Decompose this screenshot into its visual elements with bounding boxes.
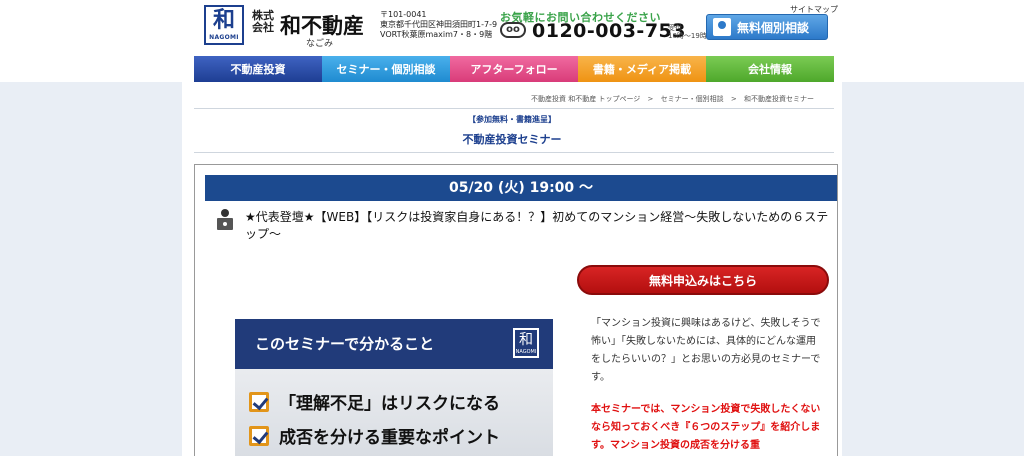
breadcrumb-seminar[interactable]: セミナー・個別相談 xyxy=(661,95,724,103)
banner-point: 成否を分ける重要なポイント xyxy=(249,423,500,448)
breadcrumb-separator: > xyxy=(730,95,737,103)
address-line: 〒101-0041 xyxy=(380,10,427,19)
free-consultation-label: 無料個別相談 xyxy=(737,20,810,35)
freedial-icon: oo xyxy=(500,22,526,38)
page-tagline: 【参加無料・書籍進呈】 xyxy=(468,115,556,124)
phone-number[interactable]: 0120-003-753 xyxy=(532,20,686,42)
hours-line: 受付 xyxy=(668,24,682,32)
company-address: 〒101-0041 東京都千代田区神田須田町1-7-9 VORT秋葉原maxim… xyxy=(380,10,497,40)
consultation-icon xyxy=(713,18,731,36)
event-title[interactable]: ★代表登壇★【WEB】【リスクは投資家自身にある！？】初めてのマンション経営～失… xyxy=(245,209,829,243)
nav-company-info[interactable]: 会社情報 xyxy=(706,56,834,82)
event-date: 05/20 (火) 19:00 ～ xyxy=(205,175,837,201)
apply-button[interactable]: 無料申込みはこちら xyxy=(577,265,829,295)
logo-glyph: 和 xyxy=(212,8,235,33)
nav-books-media[interactable]: 書籍・メディア掲載 xyxy=(578,56,706,82)
banner-point-text: 「理解不足」はリスクになる xyxy=(279,394,500,414)
checkbox-icon xyxy=(249,391,269,412)
divider xyxy=(194,108,834,109)
nav-seminar-consultation[interactable]: セミナー・個別相談 xyxy=(322,56,450,82)
breadcrumb-home[interactable]: 不動産投資 和不動産 トップページ xyxy=(531,95,640,103)
divider xyxy=(194,152,834,153)
banner-logo: 和 NAGOMI xyxy=(513,328,539,358)
global-nav: 不動産投資 セミナー・個別相談 アフターフォロー 書籍・メディア掲載 会社情報 xyxy=(194,56,834,82)
address-line: 東京都千代田区神田須田町1-7-9 xyxy=(380,20,498,29)
site-header: 和 NAGOMI 株式会社 和不動産 なごみ 〒101-0041 東京都千代田区… xyxy=(182,0,842,56)
nav-real-estate-investment[interactable]: 不動産投資 xyxy=(194,56,322,82)
banner-point: 「理解不足」はリスクになる xyxy=(249,389,500,414)
banner-point-text: 成否を分ける重要なポイント xyxy=(279,428,500,448)
banner-logo-glyph: 和 xyxy=(519,332,533,348)
banner-heading: このセミナーで分かること xyxy=(235,319,553,369)
breadcrumb: 不動産投資 和不動産 トップページ > セミナー・個別相談 > 和不動産投資セミ… xyxy=(531,94,814,104)
breadcrumb-current: 和不動産投資セミナー xyxy=(744,95,814,103)
logo-subtext: NAGOMI xyxy=(209,34,239,41)
hours-line: 10時～19時 xyxy=(668,32,707,40)
event-description: 「マンション投資に興味はあるけど、失敗しそうで怖い」「失敗しないためには、具体的… xyxy=(591,318,821,383)
brand-kana: なごみ xyxy=(306,39,334,49)
corp-type: 株式会社 xyxy=(252,9,274,34)
speaker-icon xyxy=(217,209,233,231)
page: 和 NAGOMI 株式会社 和不動産 なごみ 〒101-0041 東京都千代田区… xyxy=(182,0,842,456)
page-title: 不動産投資セミナー xyxy=(462,133,562,146)
business-hours: 受付 10時～19時 xyxy=(668,24,707,40)
address-line: VORT秋葉原maxim7・8・9階 xyxy=(380,30,493,39)
seminar-event-card: 05/20 (火) 19:00 ～ ★代表登壇★【WEB】【リスクは投資家自身に… xyxy=(194,164,838,456)
seminar-banner-image: このセミナーで分かること 和 NAGOMI 「理解不足」はリスクになる 成否を分… xyxy=(235,319,553,456)
free-consultation-button[interactable]: 無料個別相談 xyxy=(706,14,828,40)
checkbox-icon xyxy=(249,425,269,446)
event-highlight: 本セミナーでは、マンション投資で失敗したくないなら知っておくべき『６つのステップ… xyxy=(591,404,821,451)
nav-after-follow[interactable]: アフターフォロー xyxy=(450,56,578,82)
site-logo[interactable]: 和 NAGOMI xyxy=(204,5,244,45)
banner-logo-subtext: NAGOMI xyxy=(515,349,537,355)
breadcrumb-separator: > xyxy=(647,95,654,103)
